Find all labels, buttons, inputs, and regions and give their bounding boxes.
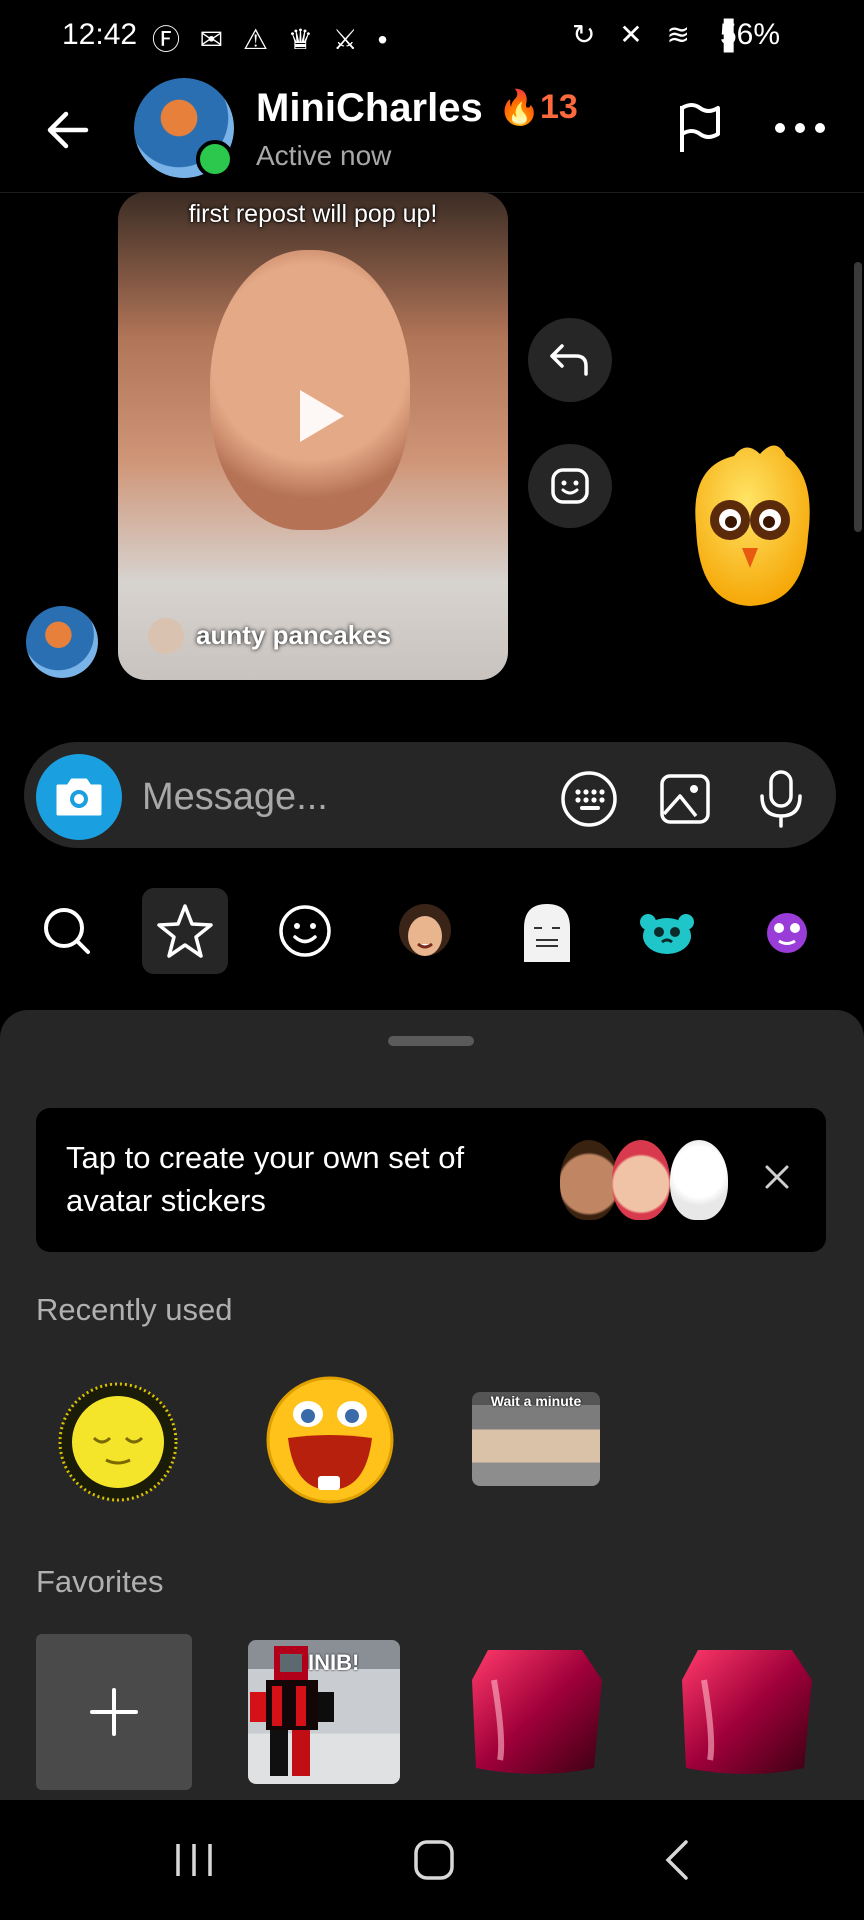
sticker-ghost-tab[interactable] — [504, 888, 590, 974]
sender-avatar[interactable] — [26, 606, 98, 678]
recent-sticker-sun[interactable] — [54, 1378, 182, 1506]
recent-sticker-cat-meme[interactable]: Wait a minute — [472, 1392, 600, 1486]
notification-icons: Ⓕ ✉ ⚠ ♛ ⚔ • — [152, 24, 394, 55]
purple-face-icon — [767, 913, 807, 953]
star-icon — [157, 904, 213, 958]
status-time: 12:42 — [62, 18, 138, 51]
avatar-face-icon — [399, 904, 451, 956]
reply-button[interactable] — [528, 318, 612, 402]
favorite-sticker-minecraft[interactable]: INIB! — [248, 1640, 400, 1784]
chick-sticker-message[interactable] — [676, 436, 822, 612]
active-status: Active now — [256, 140, 392, 171]
sticker-search-tab[interactable] — [24, 888, 110, 974]
promo-text: Tap to create your own set of avatar sti… — [66, 1140, 465, 1218]
red-light-sticker-icon — [472, 1650, 602, 1774]
sheet-drag-handle[interactable] — [388, 1036, 474, 1046]
video-author-name: aunty pancakes — [196, 620, 392, 650]
chick-sticker-icon — [695, 445, 810, 606]
sticker-purple-tab[interactable] — [744, 888, 830, 974]
report-button[interactable] — [670, 98, 730, 158]
avatar-preview-blank — [670, 1140, 728, 1220]
gallery-icon — [660, 774, 710, 824]
avatar-preview-female — [612, 1140, 670, 1220]
video-caption: first repost will pop up! — [188, 200, 438, 228]
camera-button[interactable] — [36, 754, 122, 840]
keyboard-button[interactable] — [556, 766, 622, 832]
fire-icon: 🔥 — [498, 89, 541, 127]
flag-icon — [680, 103, 720, 152]
sleeping-sun-sticker-icon — [58, 1382, 178, 1502]
online-status-indicator — [196, 140, 234, 178]
red-light-sticker-icon — [682, 1650, 812, 1774]
more-icon — [775, 123, 825, 133]
home-button[interactable] — [408, 1834, 460, 1886]
more-options-button[interactable] — [770, 98, 830, 158]
reply-arrow-icon — [550, 344, 588, 376]
blocky-character-icon — [250, 1646, 334, 1776]
promo-close-button[interactable] — [762, 1162, 792, 1192]
contact-name[interactable]: MiniCharles — [256, 86, 483, 131]
back-button[interactable] — [38, 100, 98, 160]
camera-icon — [56, 778, 102, 816]
favorite-sticker-red-light-1[interactable] — [464, 1640, 610, 1786]
ghost-sticker-icon — [524, 904, 570, 962]
sticker-bear-tab[interactable] — [624, 888, 710, 974]
plus-icon — [90, 1688, 138, 1736]
streak-count: 13 — [540, 88, 578, 126]
microphone-icon — [760, 770, 802, 828]
add-favorite-button[interactable] — [36, 1634, 192, 1790]
react-button[interactable] — [528, 444, 612, 528]
recent-apps-button[interactable] — [168, 1834, 220, 1886]
sticker-favorites-tab[interactable] — [142, 888, 228, 974]
favorite-sticker-red-light-2[interactable] — [674, 1640, 820, 1786]
chat-scrollbar[interactable] — [854, 262, 862, 532]
chevron-left-icon — [665, 1840, 688, 1880]
bear-sticker-icon — [640, 914, 694, 954]
play-icon[interactable] — [286, 384, 350, 448]
battery-level: 56% — [720, 18, 781, 51]
system-back-button[interactable] — [652, 1834, 704, 1886]
recent-apps-icon — [176, 1844, 212, 1876]
gallery-button[interactable] — [652, 766, 718, 832]
sticker-emoji-tab[interactable] — [262, 888, 348, 974]
close-icon — [765, 1165, 789, 1189]
keyboard-sticker-icon — [561, 771, 617, 827]
smiley-icon — [279, 905, 331, 957]
laughing-face-sticker-icon — [266, 1376, 394, 1504]
add-reaction-icon — [551, 468, 589, 504]
recent-sticker-laughing[interactable] — [262, 1372, 398, 1508]
meme-caption: Wait a minute — [490, 1393, 582, 1409]
microphone-button[interactable] — [748, 766, 814, 832]
recently-used-title: Recently used — [36, 1292, 233, 1327]
video-author-avatar — [148, 618, 184, 654]
favorites-title: Favorites — [36, 1564, 164, 1599]
back-arrow-icon — [47, 111, 89, 149]
sticker-avatar-tab[interactable] — [382, 888, 468, 974]
search-icon — [44, 908, 90, 954]
message-input[interactable] — [140, 770, 544, 824]
home-icon — [414, 1840, 454, 1880]
system-status-icons: ↻ ✕ ≋ ▐ — [572, 19, 742, 50]
avatar-preview-male — [560, 1140, 618, 1220]
